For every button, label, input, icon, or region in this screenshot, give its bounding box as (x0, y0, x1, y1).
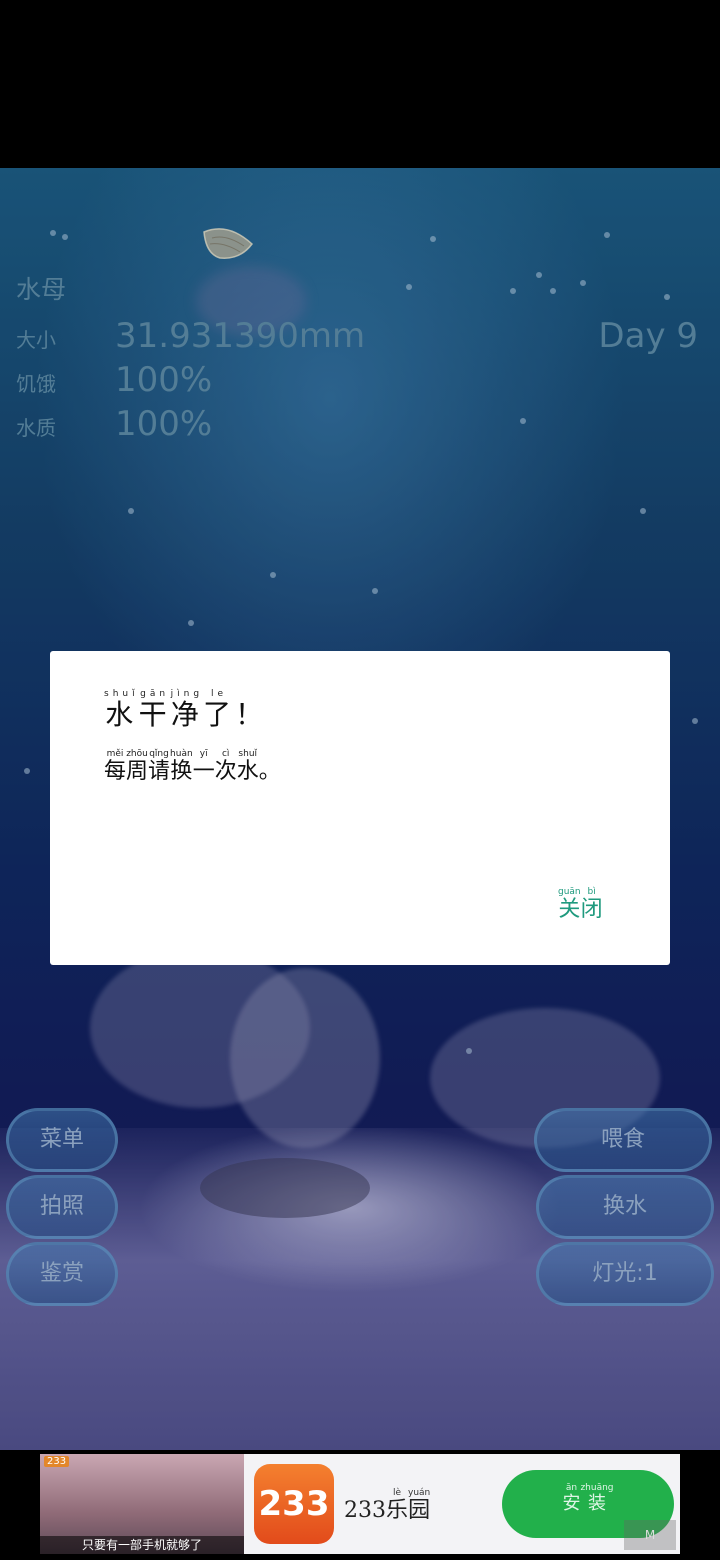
close-button[interactable]: 关guān闭bì (558, 887, 603, 923)
dialog-message-char: 请qǐng (148, 749, 171, 784)
ad-app-name-prefix: 233 (344, 1498, 386, 1523)
dialog-title-char: 净jìng (170, 689, 204, 731)
dialog-title-char: ！ (235, 698, 268, 731)
ad-app-name-char: 园yuán (408, 1488, 431, 1523)
dialog-message-char: 水shuǐ (236, 749, 259, 784)
dialog-message-char: 周zhōu (126, 749, 149, 784)
ad-app-name-char: 乐lè (386, 1488, 409, 1523)
dialog-message-char: 。 (258, 759, 281, 784)
dialog-message-char: 一yī (192, 749, 215, 784)
ad-thumbnail[interactable]: 233 只要有一部手机就够了 (40, 1454, 244, 1554)
dialog-message-char: 换huàn (170, 749, 193, 784)
dialog-title-char: 水shuǐ (104, 689, 139, 731)
ad-app-logo[interactable]: 233 (254, 1464, 334, 1544)
ad-app-name: 233乐lè园yuán (344, 1488, 430, 1524)
dialog-title-char: 了le (203, 689, 236, 731)
status-bar-area (0, 0, 720, 168)
dialog-message-char: 每měi (104, 749, 127, 784)
dialog-message: 每měi周zhōu请qǐng换huàn一yī次cì水shuǐ。 (104, 749, 281, 785)
install-char: 安ān (562, 1483, 581, 1514)
ad-thumbnail-caption: 只要有一部手机就够了 (40, 1536, 244, 1554)
close-char: 关guān (558, 887, 581, 922)
notice-dialog: 水shuǐ干gān净jìng了le！ 每měi周zhōu请qǐng换huàn一y… (50, 651, 670, 965)
dialog-message-char: 次cì (214, 749, 237, 784)
ad-mark-icon: M (624, 1520, 676, 1550)
install-char: 装zhuāng (580, 1483, 614, 1514)
dialog-title: 水shuǐ干gān净jìng了le！ (104, 689, 267, 733)
dialog-title-char: 干gān (138, 689, 171, 731)
close-char: 闭bì (580, 887, 603, 922)
ad-thumbnail-badge: 233 (44, 1456, 70, 1467)
ad-banner[interactable]: 233 只要有一部手机就够了 233 233乐lè园yuán 安ān装zhuān… (40, 1454, 680, 1554)
ad-bar: 233 只要有一部手机就够了 233 233乐lè园yuán 安ān装zhuān… (0, 1450, 720, 1560)
